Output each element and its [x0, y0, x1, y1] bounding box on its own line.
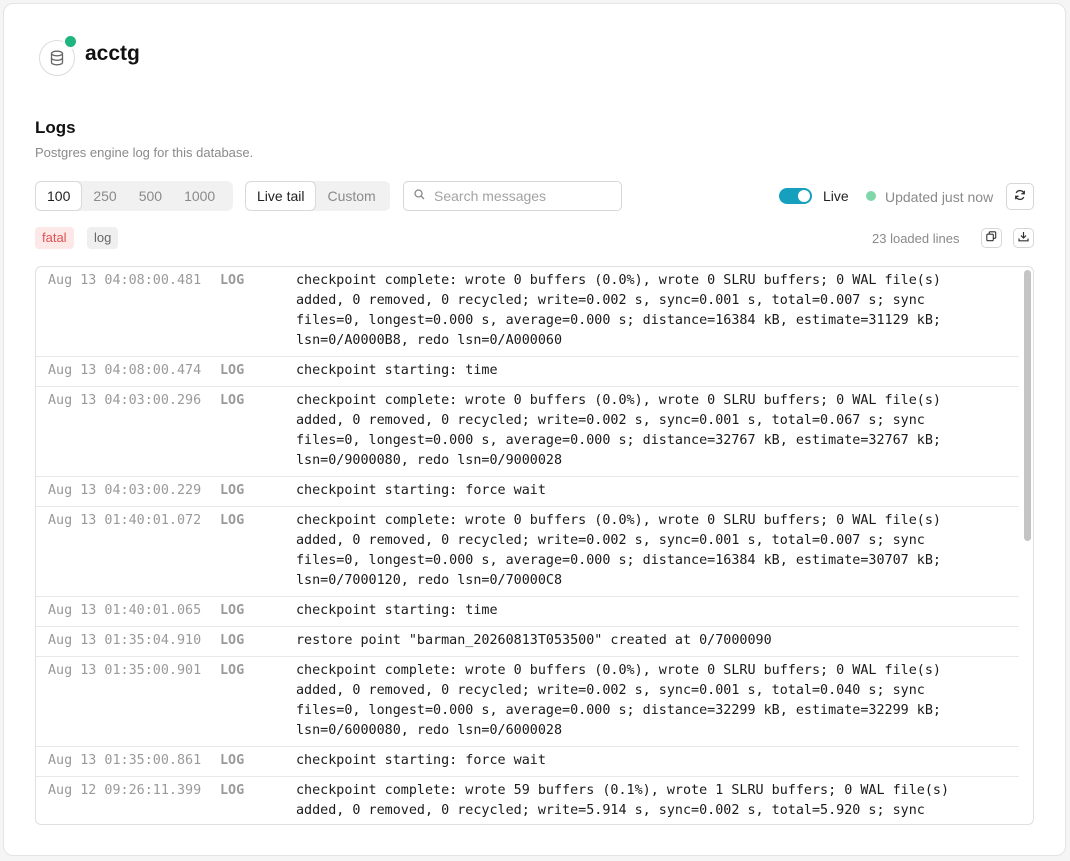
log-row: Aug 12 09:26:11.399 LOG checkpoint complet…	[36, 777, 1019, 824]
log-row: Aug 13 04:08:00.481 LOG checkpoint complet…	[36, 267, 1019, 357]
download-button[interactable]	[1013, 228, 1034, 248]
log-timestamp: Aug 13 01:40:01.065	[48, 603, 202, 618]
log-level: LOG	[220, 753, 245, 768]
log-message: checkpoint complete: wrote 0 buffers (0.…	[296, 273, 941, 348]
logs-title: Logs	[35, 118, 76, 137]
log-rows: Aug 13 04:08:00.481 LOG checkpoint complet…	[36, 267, 1019, 824]
log-message: checkpoint starting: time	[296, 603, 498, 618]
log-message: checkpoint complete: wrote 59 buffers (0…	[296, 783, 950, 818]
search-input[interactable]	[432, 187, 616, 205]
level-tag-fatal[interactable]: fatal	[35, 227, 74, 249]
logs-subtitle: Postgres engine log for this database.	[35, 145, 254, 160]
log-level: LOG	[220, 273, 245, 288]
log-message: checkpoint starting: time	[296, 363, 498, 378]
log-timestamp: Aug 13 01:35:00.861	[48, 753, 202, 768]
log-row: Aug 13 01:35:00.861 LOG checkpoint startin…	[36, 747, 1019, 777]
log-level: LOG	[220, 783, 245, 798]
log-timestamp: Aug 13 04:03:00.229	[48, 483, 202, 498]
log-timestamp: Aug 13 01:35:00.901	[48, 663, 202, 678]
log-message: checkpoint complete: wrote 0 buffers (0.…	[296, 513, 941, 588]
log-row: Aug 13 01:35:04.910 LOG restore point "bar…	[36, 627, 1019, 657]
live-label: Live	[823, 188, 849, 204]
log-timestamp: Aug 12 09:26:11.399	[48, 783, 202, 798]
search-icon	[414, 187, 425, 205]
refresh-button[interactable]	[1006, 183, 1034, 210]
log-level: LOG	[220, 483, 245, 498]
log-message: checkpoint starting: force wait	[296, 483, 546, 498]
refresh-icon	[1014, 188, 1026, 206]
line-count-option-250[interactable]: 250	[82, 181, 127, 211]
download-icon	[1018, 229, 1029, 247]
line-count-option-100[interactable]: 100	[35, 181, 83, 211]
log-row: Aug 13 01:40:01.072 LOG checkpoint complet…	[36, 507, 1019, 597]
mode-option-live-tail[interactable]: Live tail	[245, 181, 317, 211]
database-name: acctg	[85, 42, 140, 65]
log-row: Aug 13 04:03:00.296 LOG checkpoint complet…	[36, 387, 1019, 477]
line-count-option-1000[interactable]: 1000	[173, 181, 226, 211]
scrollbar[interactable]	[1024, 270, 1031, 541]
mode-selector: Live tail Custom	[245, 181, 390, 211]
log-timestamp: Aug 13 01:35:04.910	[48, 633, 202, 648]
log-level: LOG	[220, 393, 245, 408]
updated-indicator	[866, 191, 876, 201]
log-message: checkpoint starting: force wait	[296, 753, 546, 768]
copy-button[interactable]	[981, 228, 1002, 248]
line-count-selector: 100 250 500 1000	[35, 181, 233, 211]
live-toggle[interactable]	[779, 188, 812, 204]
log-timestamp: Aug 13 04:08:00.481	[48, 273, 202, 288]
mode-option-custom[interactable]: Custom	[316, 181, 386, 211]
log-row: Aug 13 04:03:00.229 LOG checkpoint startin…	[36, 477, 1019, 507]
log-message: restore point "barman_20260813T053500" c…	[296, 633, 772, 648]
log-timestamp: Aug 13 01:40:01.072	[48, 513, 202, 528]
updated-status: Updated just now	[885, 189, 994, 205]
toggle-knob	[798, 190, 810, 202]
log-message: checkpoint complete: wrote 0 buffers (0.…	[296, 393, 941, 468]
level-tag-log[interactable]: log	[87, 227, 119, 249]
line-count-option-500[interactable]: 500	[128, 181, 173, 211]
search-box	[403, 181, 622, 211]
log-message: checkpoint complete: wrote 0 buffers (0.…	[296, 663, 941, 738]
log-viewer[interactable]: Aug 13 04:08:00.481 LOG checkpoint complet…	[35, 266, 1034, 825]
log-timestamp: Aug 13 04:03:00.296	[48, 393, 202, 408]
log-level: LOG	[220, 363, 245, 378]
log-row: Aug 13 01:35:00.901 LOG checkpoint complet…	[36, 657, 1019, 747]
status-indicator	[63, 34, 78, 49]
log-level: LOG	[220, 603, 245, 618]
log-timestamp: Aug 13 04:08:00.474	[48, 363, 202, 378]
log-row: Aug 13 04:08:00.474 LOG checkpoint startin…	[36, 357, 1019, 387]
log-level: LOG	[220, 513, 245, 528]
loaded-lines-count: 23 loaded lines	[872, 231, 960, 246]
log-level: LOG	[220, 663, 245, 678]
copy-icon	[986, 229, 997, 247]
log-row: Aug 13 01:40:01.065 LOG checkpoint startin…	[36, 597, 1019, 627]
log-level: LOG	[220, 633, 245, 648]
